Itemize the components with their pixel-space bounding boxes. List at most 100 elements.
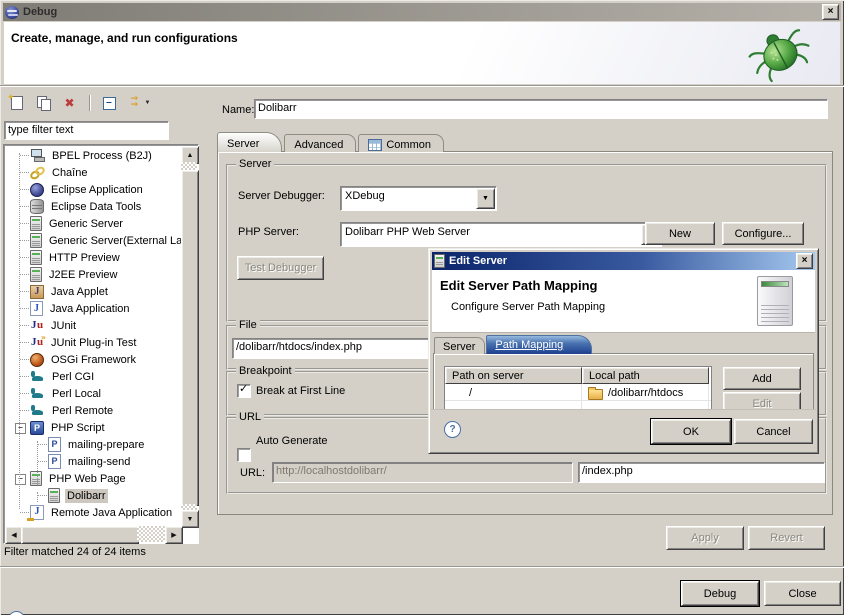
tree-item-dolibarr[interactable]: Dolibarr <box>5 487 181 504</box>
dialog-tabs: Server Path Mapping <box>434 334 592 354</box>
apply-button[interactable]: Apply <box>666 526 744 550</box>
tree-item-remote-java-application[interactable]: Remote Java Application <box>5 504 181 521</box>
url-file-input[interactable] <box>579 463 824 479</box>
add-mapping-button[interactable]: Add <box>723 367 801 390</box>
filter-status: Filter matched 24 of 24 items <box>4 546 146 558</box>
tab-server[interactable]: Server <box>217 132 282 152</box>
expander-minus-icon[interactable]: − <box>15 474 26 485</box>
tree-item-php-script[interactable]: −PHP Script <box>5 419 181 436</box>
tree-item-generic-server[interactable]: Generic Server <box>5 215 181 232</box>
duplicate-configuration-button[interactable] <box>35 94 53 112</box>
eclipse-icon <box>30 183 44 197</box>
tab-label: Common <box>386 139 431 151</box>
edit-server-dialog: Edit Server × Edit Server Path Mapping C… <box>428 248 819 454</box>
banner-title: Create, manage, and run configurations <box>11 31 238 45</box>
php-file-icon <box>48 437 61 452</box>
test-debugger-button[interactable]: Test Debugger <box>237 256 324 280</box>
configurations-toolbar: ▼ <box>5 92 204 114</box>
perl-icon <box>30 387 45 400</box>
filter-button[interactable]: ▼ <box>127 94 153 112</box>
scroll-down-arrow[interactable]: ▼ <box>181 510 199 528</box>
tab-common[interactable]: Common <box>358 134 444 152</box>
window-titlebar: Debug × <box>3 3 841 21</box>
tree-item-mailing-prepare[interactable]: mailing-prepare <box>5 436 181 453</box>
delete-configuration-button[interactable] <box>62 94 80 112</box>
path-mapping-table: Path on serverLocal path //dolibarr/htdo… <box>444 366 712 412</box>
tree-item-cha-ne[interactable]: Chaîne <box>5 164 181 181</box>
tree-item-label: J2EE Preview <box>47 268 119 282</box>
dialog-close-button[interactable]: × <box>796 253 813 269</box>
help-icon[interactable] <box>8 611 25 615</box>
tree-item-bpel-process-b2j[interactable]: BPEL Process (B2J) <box>5 147 181 164</box>
tree-item-perl-cgi[interactable]: Perl CGI <box>5 368 181 385</box>
scroll-right-arrow[interactable]: ▶ <box>165 526 183 544</box>
tree-item-label: mailing-prepare <box>66 438 146 452</box>
tree-item-junit-plug-in-test[interactable]: JUnit Plug-in Test <box>5 334 181 351</box>
osgi-icon <box>30 353 44 367</box>
break-first-line-checkbox[interactable] <box>237 384 251 398</box>
scroll-thumb[interactable] <box>181 170 199 506</box>
expander-minus-icon[interactable]: − <box>15 423 26 434</box>
tree-item-label: mailing-send <box>66 455 132 469</box>
tree-guide-line <box>37 441 38 485</box>
eclipse-logo-icon <box>5 6 19 19</box>
ok-button[interactable]: OK <box>651 419 731 444</box>
tree-item-junit[interactable]: JUnit <box>5 317 181 334</box>
filter-input[interactable] <box>5 122 168 138</box>
server-path-cell: / <box>445 384 582 400</box>
bug-icon <box>748 24 812 87</box>
tree-item-j2ee-preview[interactable]: J2EE Preview <box>5 266 181 283</box>
tree-item-php-web-page[interactable]: −PHP Web Page <box>5 470 181 487</box>
server-icon <box>30 233 42 248</box>
duplicate-icon <box>37 96 51 110</box>
tree-item-label: JUnit <box>49 319 78 333</box>
close-button[interactable]: Close <box>764 581 841 606</box>
column-header-path-on-server[interactable]: Path on server <box>445 367 582 384</box>
database-icon <box>30 199 44 214</box>
scroll-thumb[interactable] <box>21 526 139 544</box>
auto-generate-checkbox[interactable] <box>237 448 251 462</box>
tab-label: Advanced <box>294 139 343 151</box>
scroll-track[interactable] <box>181 162 197 170</box>
tree-item-osgi-framework[interactable]: OSGi Framework <box>5 351 181 368</box>
new-server-button[interactable]: New <box>645 222 715 245</box>
help-icon[interactable] <box>444 421 461 438</box>
tab-advanced[interactable]: Advanced <box>284 134 356 152</box>
banner: Create, manage, and run configurations <box>4 22 840 84</box>
dialog-tab-server[interactable]: Server <box>434 337 485 354</box>
tree-item-java-application[interactable]: Java Application <box>5 300 181 317</box>
server-icon <box>48 488 60 503</box>
column-header-local-path[interactable]: Local path <box>582 367 709 384</box>
dialog-tab-label: Server <box>443 341 475 353</box>
tree-item-eclipse-data-tools[interactable]: Eclipse Data Tools <box>5 198 181 215</box>
tree-item-generic-server-external-la[interactable]: Generic Server(External La <box>5 232 181 249</box>
debug-button[interactable]: Debug <box>681 581 759 606</box>
tree-item-eclipse-application[interactable]: Eclipse Application <box>5 181 181 198</box>
new-configuration-button[interactable] <box>8 94 26 112</box>
name-input[interactable] <box>255 100 827 116</box>
collapse-all-button[interactable] <box>100 94 118 112</box>
configure-server-button[interactable]: Configure... <box>722 222 804 245</box>
server-debugger-combo[interactable]: XDebug ▼ <box>340 186 497 211</box>
chain-icon <box>30 167 45 179</box>
tree-item-perl-remote[interactable]: Perl Remote <box>5 402 181 419</box>
applet-icon <box>30 285 44 299</box>
collapse-all-icon <box>103 97 116 110</box>
tree-item-mailing-send[interactable]: mailing-send <box>5 453 181 470</box>
banner-separator <box>0 85 844 87</box>
url-auto-input[interactable] <box>273 463 572 479</box>
local-path-cell: /dolibarr/htdocs <box>582 384 709 400</box>
php-server-combo[interactable]: Dolibarr PHP Web Server ▼ <box>340 222 662 247</box>
tree-item-java-applet[interactable]: Java Applet <box>5 283 181 300</box>
tree-item-http-preview[interactable]: HTTP Preview <box>5 249 181 266</box>
dialog-title: Edit Server <box>449 255 507 267</box>
dialog-tab-path-mapping[interactable]: Path Mapping <box>486 335 592 354</box>
combo-arrow-icon[interactable]: ▼ <box>476 188 495 209</box>
tree-item-perl-local[interactable]: Perl Local <box>5 385 181 402</box>
tree-item-label: Perl Local <box>50 387 103 401</box>
window-close-button[interactable]: × <box>822 4 839 20</box>
scroll-track[interactable] <box>137 526 165 542</box>
mapping-row[interactable]: //dolibarr/htdocs <box>445 384 711 401</box>
cancel-button[interactable]: Cancel <box>734 419 813 444</box>
revert-button[interactable]: Revert <box>748 526 825 550</box>
